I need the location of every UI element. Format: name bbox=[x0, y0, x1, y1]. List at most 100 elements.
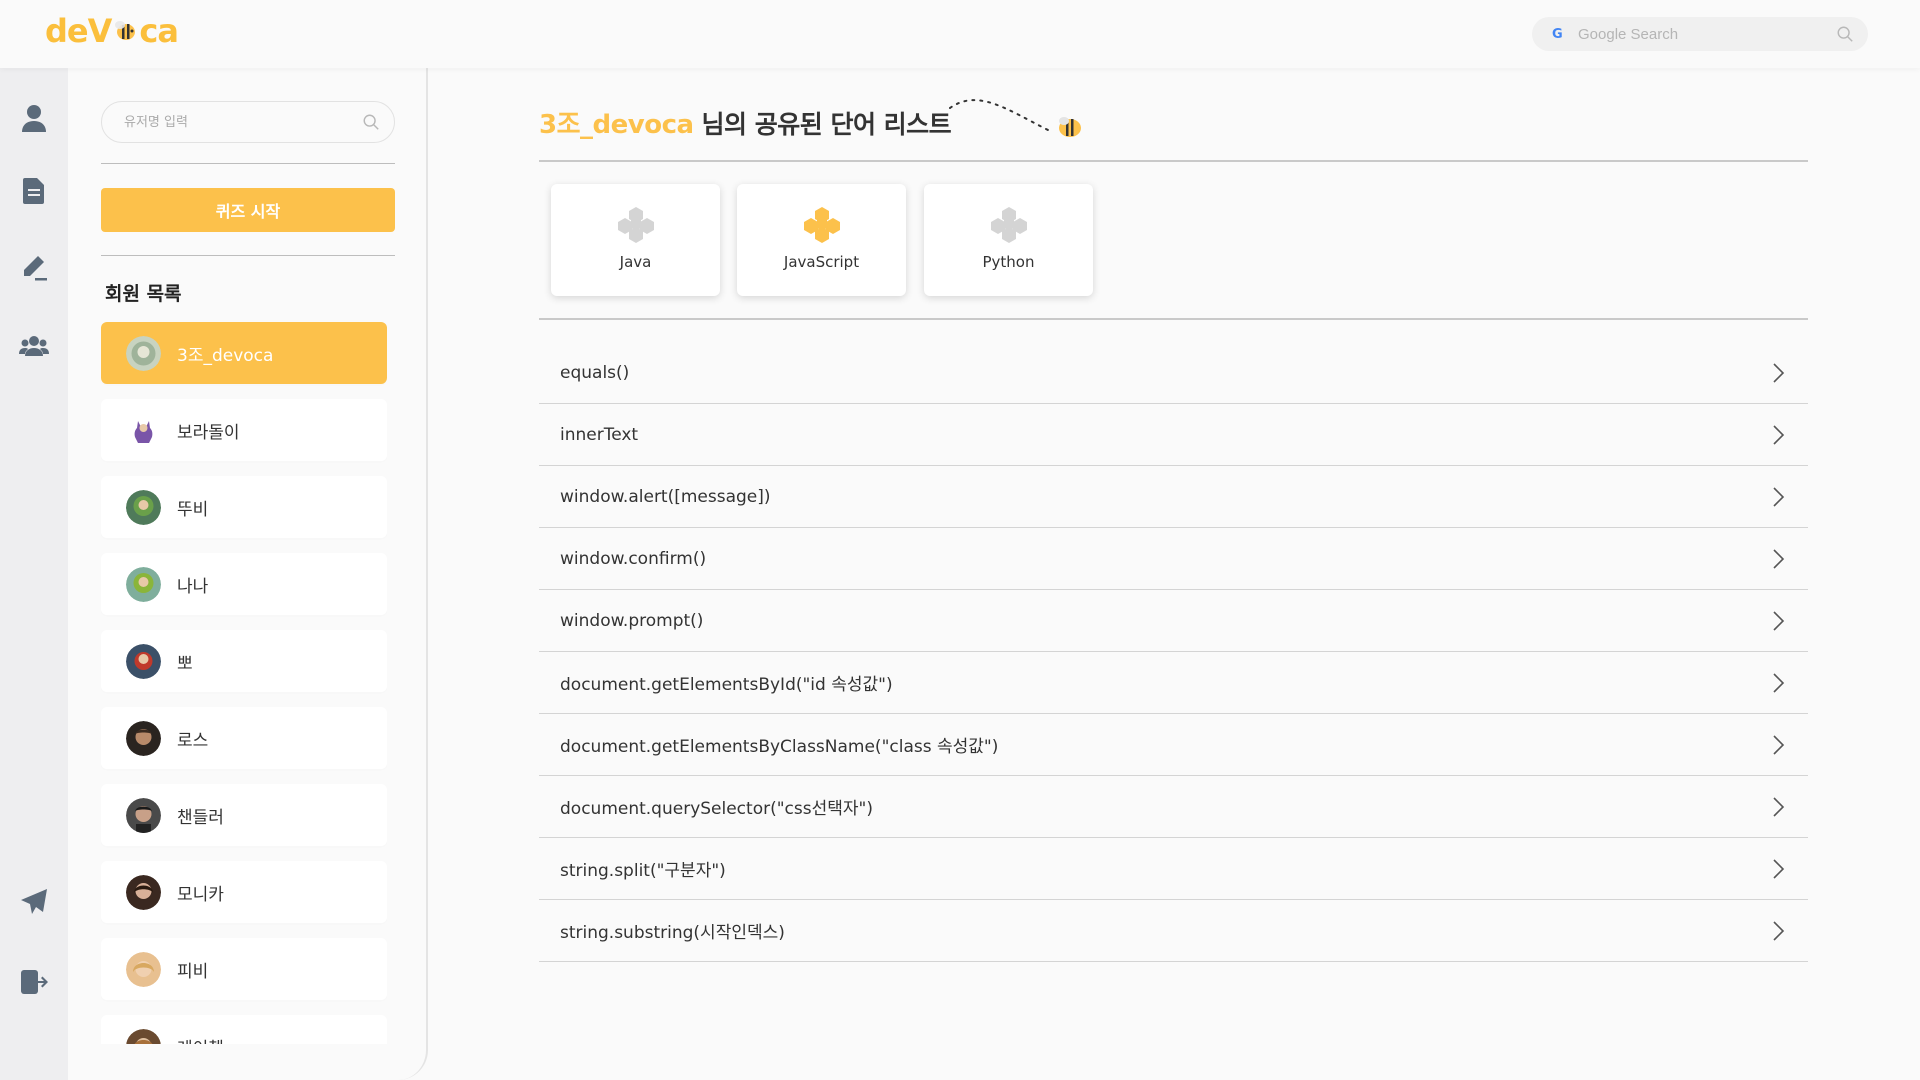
member-name: 뽀 bbox=[177, 653, 193, 674]
word-row[interactable]: string.split("구분자") bbox=[539, 838, 1808, 900]
pen-icon[interactable] bbox=[14, 248, 54, 288]
member-name: 로스 bbox=[177, 730, 209, 751]
chevron-right-icon[interactable] bbox=[1770, 733, 1786, 757]
avatar bbox=[126, 797, 161, 833]
search-icon[interactable] bbox=[362, 113, 380, 131]
word-row[interactable]: document.getElementsByClassName("class 속… bbox=[539, 714, 1808, 776]
bee-trail-icon bbox=[949, 99, 1081, 137]
word-text: document.getElementsById("id 속성값") bbox=[560, 675, 893, 695]
honeycomb-icon bbox=[803, 207, 840, 243]
member-name: 뚜비 bbox=[177, 499, 209, 520]
chevron-right-icon[interactable] bbox=[1770, 795, 1786, 819]
chevron-right-icon[interactable] bbox=[1770, 919, 1786, 943]
divider bbox=[101, 255, 395, 256]
search-icon[interactable] bbox=[1836, 25, 1854, 43]
word-row[interactable]: document.querySelector("css선택자") bbox=[539, 776, 1808, 838]
top-header: deV ca G bbox=[0, 0, 1920, 68]
word-row[interactable]: window.prompt() bbox=[539, 590, 1808, 652]
word-text: string.substring(시작인덱스) bbox=[560, 923, 785, 943]
member-item[interactable]: 피비 bbox=[101, 938, 387, 1000]
chevron-right-icon[interactable] bbox=[1770, 547, 1786, 571]
member-name: 보라돌이 bbox=[177, 422, 240, 443]
avatar bbox=[126, 951, 161, 987]
chevron-right-icon[interactable] bbox=[1770, 361, 1786, 385]
chevron-right-icon[interactable] bbox=[1770, 485, 1786, 509]
word-row[interactable]: string.substring(시작인덱스) bbox=[539, 900, 1808, 962]
member-item[interactable]: 나나 bbox=[101, 553, 387, 615]
word-text: innerText bbox=[560, 424, 639, 445]
logo-text-right: ca bbox=[139, 12, 179, 50]
word-text: window.prompt() bbox=[560, 610, 704, 631]
avatar bbox=[126, 1028, 161, 1044]
category-card-javascript[interactable]: JavaScript bbox=[737, 184, 906, 296]
members-title: 회원 목록 bbox=[105, 283, 182, 305]
bee-logo-icon bbox=[115, 21, 136, 40]
word-row[interactable]: innerText bbox=[539, 404, 1808, 466]
member-list[interactable]: 3조_devoca 보라돌이 뚜비 나나 뽀 로스 챈들러 모니카 피비 bbox=[101, 322, 387, 1044]
member-item[interactable]: 뽀 bbox=[101, 630, 387, 692]
word-row[interactable]: document.getElementsById("id 속성값") bbox=[539, 652, 1808, 714]
member-sidebar: 퀴즈 시작 회원 목록 3조_devoca 보라돌이 뚜비 나나 뽀 로스 bbox=[68, 68, 428, 1080]
divider bbox=[101, 163, 395, 164]
word-row[interactable]: equals() bbox=[539, 342, 1808, 404]
devoca-logo[interactable]: deV ca bbox=[45, 12, 179, 50]
word-text: window.confirm() bbox=[560, 548, 707, 569]
member-item[interactable]: 레이첼 bbox=[101, 1015, 387, 1044]
logout-icon[interactable] bbox=[14, 962, 54, 1002]
category-label: JavaScript bbox=[783, 253, 860, 271]
quiz-start-button[interactable]: 퀴즈 시작 bbox=[101, 188, 395, 232]
profile-icon[interactable] bbox=[14, 98, 54, 138]
honeycomb-icon bbox=[990, 207, 1027, 243]
honeycomb-icon bbox=[617, 207, 654, 243]
chevron-right-icon[interactable] bbox=[1770, 609, 1786, 633]
google-icon: G bbox=[1552, 26, 1563, 42]
word-text: window.alert([message]) bbox=[560, 486, 771, 507]
user-search-input[interactable] bbox=[124, 114, 362, 130]
avatar bbox=[126, 720, 161, 756]
title-text: 님의 공유된 단어 리스트 bbox=[701, 109, 952, 139]
chevron-right-icon[interactable] bbox=[1770, 423, 1786, 447]
category-card-python[interactable]: Python bbox=[924, 184, 1093, 296]
divider bbox=[539, 318, 1808, 320]
member-item[interactable]: 모니카 bbox=[101, 861, 387, 923]
google-search-bar[interactable]: G bbox=[1532, 17, 1868, 51]
avatar bbox=[126, 412, 161, 448]
member-item[interactable]: 3조_devoca bbox=[101, 322, 387, 384]
word-text: string.split("구분자") bbox=[560, 861, 726, 881]
member-name: 3조_devoca bbox=[177, 345, 274, 366]
icon-rail bbox=[0, 68, 68, 1080]
word-list: equals() innerText window.alert([message… bbox=[539, 342, 1808, 962]
word-row[interactable]: window.alert([message]) bbox=[539, 466, 1808, 528]
category-card-java[interactable]: Java bbox=[551, 184, 720, 296]
avatar bbox=[126, 874, 161, 910]
page-title: 3조_devoca 님의 공유된 단어 리스트 bbox=[539, 104, 952, 141]
member-name: 나나 bbox=[177, 576, 209, 597]
user-search-bar[interactable] bbox=[101, 101, 395, 143]
google-search-input[interactable] bbox=[1578, 25, 1836, 43]
divider bbox=[539, 160, 1808, 162]
group-icon[interactable] bbox=[14, 326, 54, 366]
chevron-right-icon[interactable] bbox=[1770, 671, 1786, 695]
member-name: 모니카 bbox=[177, 884, 224, 905]
member-item[interactable]: 뚜비 bbox=[101, 476, 387, 538]
member-item[interactable]: 챈들러 bbox=[101, 784, 387, 846]
word-text: equals() bbox=[560, 362, 630, 383]
category-label: Java bbox=[619, 253, 652, 271]
title-username: 3조_devoca bbox=[539, 110, 694, 140]
word-row[interactable]: window.confirm() bbox=[539, 528, 1808, 590]
chevron-right-icon[interactable] bbox=[1770, 857, 1786, 881]
avatar bbox=[126, 489, 161, 525]
logo-text-left: deV bbox=[45, 12, 112, 50]
avatar bbox=[126, 335, 161, 371]
word-text: document.getElementsByClassName("class 속… bbox=[560, 737, 999, 757]
send-icon[interactable] bbox=[14, 882, 54, 922]
member-item[interactable]: 보라돌이 bbox=[101, 399, 387, 461]
word-text: document.querySelector("css선택자") bbox=[560, 799, 873, 819]
member-name: 레이첼 bbox=[177, 1034, 224, 1045]
document-icon[interactable] bbox=[14, 171, 54, 211]
member-item[interactable]: 로스 bbox=[101, 707, 387, 769]
avatar bbox=[126, 566, 161, 602]
member-name: 챈들러 bbox=[177, 807, 224, 828]
category-label: Python bbox=[982, 253, 1035, 271]
member-name: 피비 bbox=[177, 961, 209, 982]
